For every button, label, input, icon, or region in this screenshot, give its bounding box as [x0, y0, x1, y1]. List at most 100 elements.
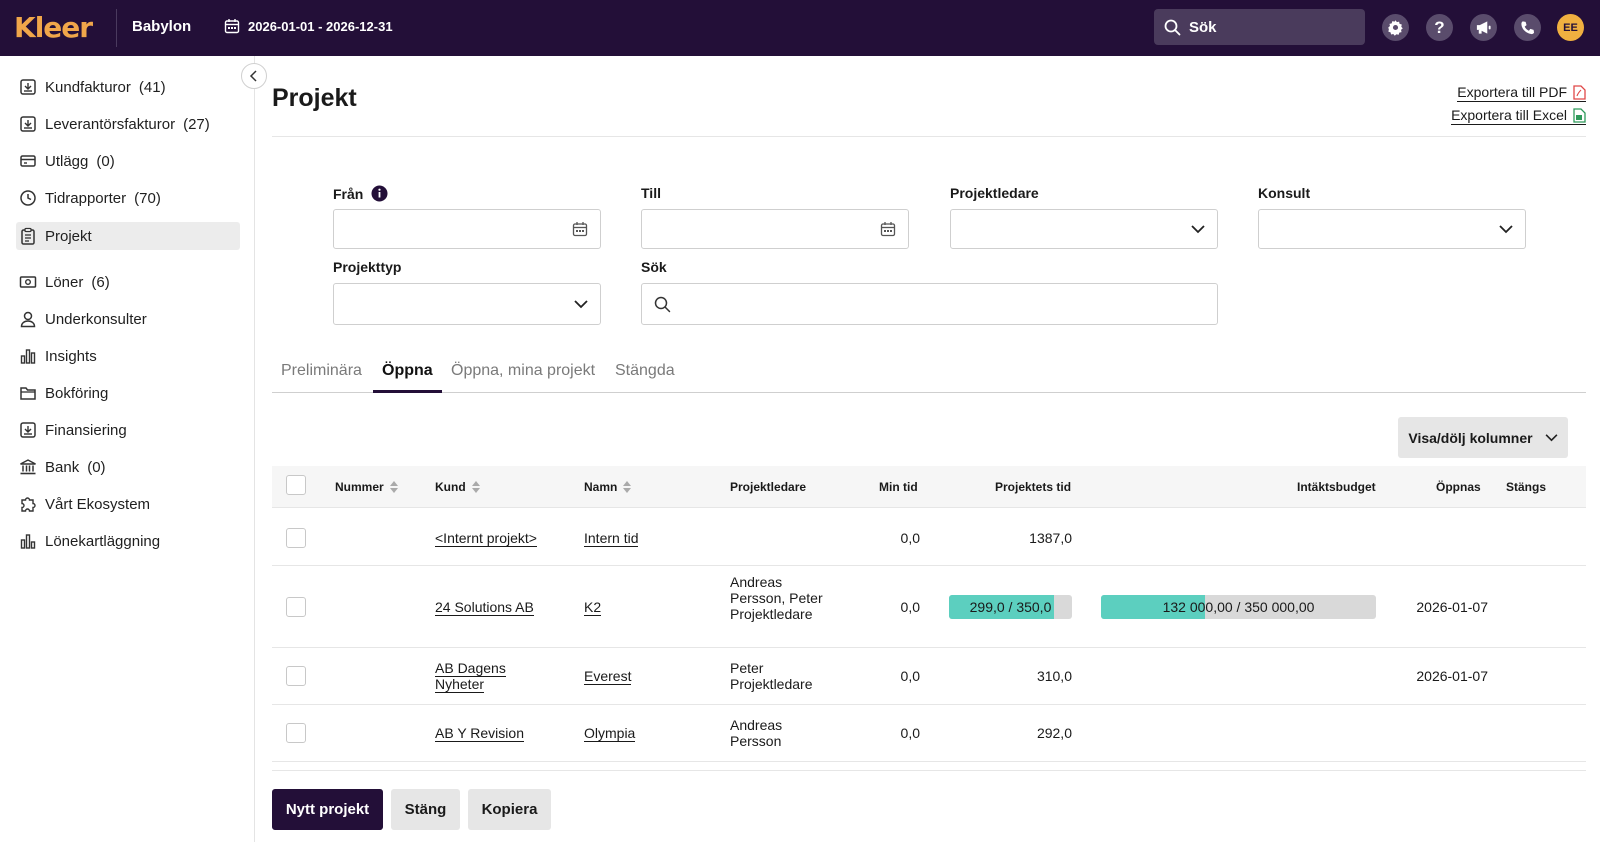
- tab-preliminara[interactable]: Preliminära: [281, 362, 362, 380]
- sidebar-item-lonekartlaggning[interactable]: Lönekartläggning: [16, 527, 240, 555]
- customer-link[interactable]: <Internt projekt>: [435, 530, 537, 547]
- sidebar-item-projekt[interactable]: Projekt: [16, 222, 240, 250]
- sidebar-item-vart-ekosystem[interactable]: Vårt Ekosystem: [16, 490, 240, 518]
- toggle-columns-label: Visa/dölj kolumner: [1408, 429, 1533, 446]
- copy-project-button[interactable]: Kopiera: [468, 789, 551, 830]
- row-checkbox[interactable]: [286, 597, 306, 617]
- megaphone-icon[interactable]: [1470, 14, 1497, 41]
- sidebar-item-insights[interactable]: Insights: [16, 342, 240, 370]
- calendar-icon[interactable]: [572, 221, 588, 237]
- settings-gear-icon[interactable]: [1382, 14, 1409, 41]
- project-type-select[interactable]: [333, 283, 601, 325]
- global-search[interactable]: [1154, 9, 1365, 45]
- new-project-button[interactable]: Nytt projekt: [272, 789, 383, 830]
- tab-stangda[interactable]: Stängda: [615, 362, 675, 380]
- fiscal-period[interactable]: 2026-01-01 - 2026-12-31: [224, 18, 393, 34]
- sidebar-item-label: Vårt Ekosystem: [45, 495, 151, 513]
- sort-icon: [471, 481, 480, 493]
- select-all-checkbox[interactable]: [286, 475, 306, 495]
- phone-icon[interactable]: [1514, 14, 1541, 41]
- sidebar-item-bokforing[interactable]: Bokföring: [16, 379, 240, 407]
- to-label: Till: [641, 185, 661, 201]
- row-checkbox[interactable]: [286, 723, 306, 743]
- collapse-sidebar-button[interactable]: [241, 63, 267, 89]
- project-manager-cell: Andreas Persson: [730, 717, 783, 749]
- tab-oppna[interactable]: Öppna: [382, 362, 433, 380]
- sidebar-item-leverantorsfakturor[interactable]: Leverantörsfakturor (27): [16, 110, 240, 138]
- logo-text: Kleer: [14, 10, 93, 44]
- table-row[interactable]: 24 Solutions AB K2 Andreas Persson, Pete…: [272, 566, 1586, 648]
- export-excel-link[interactable]: Exportera till Excel: [1451, 107, 1586, 125]
- sidebar-item-finansiering[interactable]: Finansiering: [16, 416, 240, 444]
- sidebar-item-underkonsulter[interactable]: Underkonsulter: [16, 305, 240, 333]
- to-date-input[interactable]: [642, 211, 908, 247]
- sidebar-item-label: Utlägg: [45, 152, 89, 170]
- tab-oppna-mina-projekt[interactable]: Öppna, mina projekt: [451, 362, 595, 380]
- kleer-logo[interactable]: Kleer: [14, 10, 93, 44]
- sidebar-item-count: (0): [87, 458, 106, 476]
- table-row[interactable]: AB Dagens Nyheter Everest Peter Projektl…: [272, 648, 1586, 705]
- project-manager-select[interactable]: [950, 209, 1218, 249]
- customer-link[interactable]: AB Y Revision: [435, 725, 524, 742]
- from-date-field[interactable]: [333, 209, 601, 249]
- row-checkbox[interactable]: [286, 666, 306, 686]
- table-row[interactable]: <Internt projekt> Intern tid 0,0 1387,0: [272, 509, 1586, 566]
- customer-link[interactable]: AB Dagens Nyheter: [435, 660, 506, 693]
- column-header-number[interactable]: Nummer: [335, 480, 398, 494]
- customer-invoice-icon: [20, 79, 36, 95]
- project-name-link[interactable]: Olympia: [584, 725, 636, 742]
- row-checkbox[interactable]: [286, 528, 306, 548]
- project-name-link[interactable]: Everest: [584, 668, 632, 685]
- calendar-icon[interactable]: [880, 221, 896, 237]
- sidebar-item-tidrapporter[interactable]: Tidrapporter (70): [16, 184, 240, 212]
- project-name-link[interactable]: K2: [584, 599, 602, 616]
- column-header-my-time: Min tid: [879, 480, 918, 494]
- export-pdf-link[interactable]: Exportera till PDF: [1457, 84, 1586, 102]
- search-icon: [1164, 19, 1181, 35]
- to-date-field[interactable]: [641, 209, 909, 249]
- project-name-link[interactable]: Intern tid: [584, 530, 639, 547]
- project-search-field[interactable]: [641, 283, 1218, 325]
- sidebar-item-label: Lönekartläggning: [45, 532, 161, 550]
- help-icon[interactable]: ?: [1426, 14, 1453, 41]
- chevron-down-icon: [574, 300, 588, 309]
- project-time-progress-text: 299,0 / 350,0: [969, 599, 1052, 615]
- my-time-cell: 0,0: [900, 725, 920, 741]
- toggle-columns-button[interactable]: Visa/dölj kolumner: [1398, 417, 1568, 458]
- chevron-down-icon: [1499, 225, 1513, 234]
- table-bottom-divider: [272, 770, 1586, 771]
- sidebar-item-label: Finansiering: [45, 421, 127, 439]
- project-time-progress: 299,0 / 350,0: [949, 595, 1072, 619]
- column-header-customer[interactable]: Kund: [435, 480, 480, 494]
- chevron-down-icon: [1545, 434, 1558, 442]
- table-row[interactable]: AB Y Revision Olympia Andreas Persson 0,…: [272, 705, 1586, 762]
- user-avatar[interactable]: EE: [1557, 14, 1584, 41]
- close-project-button[interactable]: Stäng: [391, 789, 460, 830]
- project-search-input[interactable]: [671, 286, 1217, 322]
- sidebar-item-loner[interactable]: Löner (6): [16, 268, 240, 296]
- revenue-budget-progress-text: 132 000,00 / 350 000,00: [1162, 599, 1315, 615]
- top-bar: Kleer Babylon 2026-01-01 - 2026-12-31 ? …: [0, 0, 1600, 56]
- company-name[interactable]: Babylon: [132, 18, 191, 35]
- column-header-label: Nummer: [335, 480, 384, 494]
- global-search-input[interactable]: [1189, 18, 1349, 36]
- customer-link[interactable]: 24 Solutions AB: [435, 599, 534, 616]
- bank-icon: [20, 459, 36, 475]
- chevron-left-icon: [249, 70, 257, 82]
- sidebar-item-bank[interactable]: Bank (0): [16, 453, 240, 481]
- project-manager-cell: Peter Projektledare: [730, 660, 813, 692]
- column-header-label: Kund: [435, 480, 466, 494]
- info-icon[interactable]: [371, 185, 388, 202]
- sidebar-item-utlagg[interactable]: Utlägg (0): [16, 147, 240, 175]
- project-tabs: Preliminära Öppna Öppna, mina projekt St…: [272, 358, 1586, 393]
- consultant-select[interactable]: [1258, 209, 1526, 249]
- column-header-name[interactable]: Namn: [584, 480, 632, 494]
- project-manager-cell: Andreas Persson, Peter Projektledare: [730, 574, 823, 622]
- from-label-text: Från: [333, 185, 364, 202]
- sort-icon: [623, 481, 632, 493]
- from-date-input[interactable]: [334, 211, 600, 247]
- period-text: 2026-01-01 - 2026-12-31: [248, 18, 393, 34]
- finance-document-icon: [20, 422, 36, 438]
- sidebar-item-kundfakturor[interactable]: Kundfakturor (41): [16, 73, 240, 101]
- column-header-closes: Stängs: [1506, 480, 1547, 494]
